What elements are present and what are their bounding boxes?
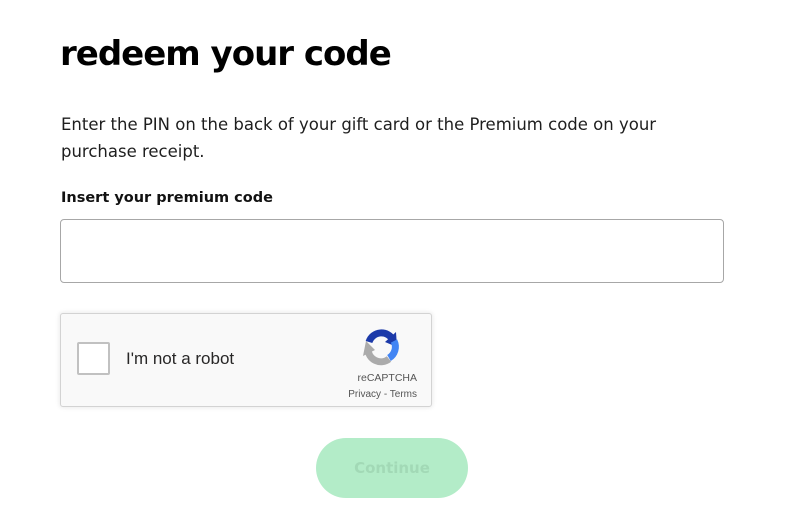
recaptcha-terms-link[interactable]: Terms (390, 389, 417, 400)
recaptcha-links: Privacy - Terms (348, 389, 417, 401)
code-field-label: Insert your premium code (61, 190, 273, 206)
continue-button[interactable]: Continue (316, 438, 468, 498)
recaptcha-widget: I'm not a robot reCAPTCHA Privacy - Term… (60, 313, 432, 407)
premium-code-input[interactable] (60, 219, 724, 283)
redeem-code-page: redeem your code Enter the PIN on the ba… (0, 0, 794, 518)
recaptcha-link-separator: - (381, 389, 390, 400)
recaptcha-logo-icon (363, 329, 399, 366)
recaptcha-checkbox[interactable] (77, 342, 110, 375)
recaptcha-checkbox-label: I'm not a robot (126, 349, 235, 368)
recaptcha-privacy-link[interactable]: Privacy (348, 389, 381, 400)
recaptcha-brand-text: reCAPTCHA (357, 372, 417, 384)
page-title: redeem your code (60, 34, 392, 74)
instructions-text: Enter the PIN on the back of your gift c… (61, 115, 657, 161)
